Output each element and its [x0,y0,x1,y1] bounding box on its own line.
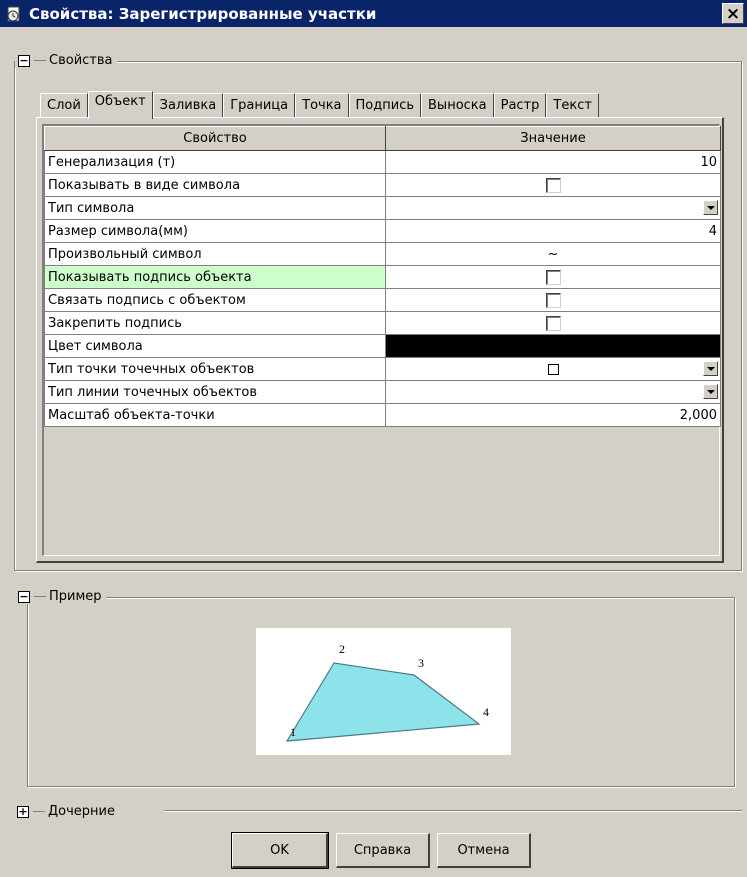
property-name: Масштаб объекта-точки [44,403,386,427]
property-value-custom-symbol[interactable]: ~ [385,242,721,266]
example-preview: 1 2 3 4 [256,628,511,755]
dropdown-arrow-icon[interactable] [703,200,718,215]
property-value-pin-label[interactable] [385,311,721,335]
property-name: Размер символа(мм) [44,219,386,243]
ok-button[interactable]: OK [231,832,329,869]
children-group-caption: + Дочерние [14,804,119,819]
expand-icon[interactable]: + [17,805,29,818]
table-row[interactable]: Связать подпись с объектом [44,288,721,312]
property-name: Произвольный символ [44,242,386,266]
property-name: Закрепить подпись [44,311,386,335]
example-group-caption: − Пример [15,589,106,604]
properties-group-caption: − Свойства [15,53,117,68]
property-value-line-type[interactable] [385,380,721,404]
pin-label-checkbox[interactable] [545,315,561,331]
property-name: Связать подпись с объектом [44,288,386,312]
collapse-icon[interactable]: − [18,590,30,603]
document-icon [5,5,23,23]
title-bar: Свойства: Зарегистрированные участки × [0,0,747,27]
property-value-show-as-symbol[interactable] [385,173,721,197]
property-name: Цвет символа [44,334,386,358]
vertex-label: 4 [483,705,489,719]
example-polygon [285,662,481,742]
tab-callout[interactable]: Выноска [421,93,494,117]
property-name: Тип точки точечных объектов [44,357,386,381]
divider [164,810,742,811]
property-value-point-scale[interactable]: 2,000 [385,403,721,427]
show-as-symbol-checkbox[interactable] [545,177,561,193]
tab-fill[interactable]: Заливка [152,93,224,117]
example-group-label: Пример [49,589,102,604]
collapse-icon[interactable]: − [18,54,30,67]
property-value-generalization[interactable]: 10 [385,150,721,174]
property-name: Тип символа [44,196,386,220]
property-grid: Свойство Значение Генерализация (т) 10 П… [42,124,721,556]
caption-line [34,596,46,597]
table-row[interactable]: Показывать в виде символа [44,173,721,197]
table-row[interactable]: Произвольный символ ~ [44,242,721,266]
property-name-selected: Показывать подпись объекта [44,265,386,289]
vertex-label: 2 [339,642,345,656]
tab-text[interactable]: Текст [546,93,599,117]
tab-label[interactable]: Подпись [348,93,422,117]
table-row[interactable]: Тип точки точечных объектов [44,357,721,381]
table-row[interactable]: Показывать подпись объекта [44,265,721,289]
table-row[interactable]: Тип символа [44,196,721,220]
vertex-label: 3 [418,656,424,670]
tab-border[interactable]: Граница [223,93,296,117]
header-row: Свойство Значение [44,126,721,151]
cancel-button[interactable]: Отмена [437,833,531,868]
table-row[interactable]: Размер символа(мм) 4 [44,219,721,243]
caption-line [33,811,45,812]
property-name: Показывать в виде символа [44,173,386,197]
dropdown-arrow-icon[interactable] [703,361,718,376]
property-value-symbol-type[interactable] [385,196,721,220]
caption-line [34,60,46,61]
property-value-symbol-size[interactable]: 4 [385,219,721,243]
tab-point[interactable]: Точка [295,93,349,117]
tab-raster[interactable]: Растр [493,93,547,117]
tab-strip: Слой Объект Заливка Граница Точка Подпис… [40,89,599,119]
close-button[interactable]: × [722,3,744,24]
table-row[interactable]: Масштаб объекта-точки 2,000 [44,403,721,427]
dropdown-arrow-icon[interactable] [703,384,718,399]
column-header-value[interactable]: Значение [385,126,721,151]
link-label-checkbox[interactable] [545,292,561,308]
table-row[interactable]: Тип линии точечных объектов [44,380,721,404]
column-header-property[interactable]: Свойство [44,126,386,151]
window-title: Свойства: Зарегистрированные участки [29,4,377,23]
symbol-color-swatch[interactable] [385,334,721,358]
property-name: Генерализация (т) [44,150,386,174]
children-group: + Дочерние [14,804,742,819]
property-table: Свойство Значение Генерализация (т) 10 П… [44,126,721,427]
show-label-checkbox[interactable] [545,269,561,285]
table-row[interactable]: Цвет символа [44,334,721,358]
square-point-icon [547,363,559,375]
table-row[interactable]: Генерализация (т) 10 [44,150,721,174]
property-name: Тип линии точечных объектов [44,380,386,404]
help-button[interactable]: Справка [336,833,430,868]
properties-group-label: Свойства [49,53,113,68]
polygon-preview: 1 2 3 4 [285,642,489,742]
table-row[interactable]: Закрепить подпись [44,311,721,335]
property-value-point-type[interactable] [385,357,721,381]
children-group-label: Дочерние [48,804,115,819]
property-value-show-label[interactable] [385,265,721,289]
close-icon: × [725,3,741,24]
property-value-link-label[interactable] [385,288,721,312]
tab-object[interactable]: Объект [87,91,153,119]
vertex-label: 1 [290,725,296,739]
tab-layer[interactable]: Слой [40,93,88,117]
